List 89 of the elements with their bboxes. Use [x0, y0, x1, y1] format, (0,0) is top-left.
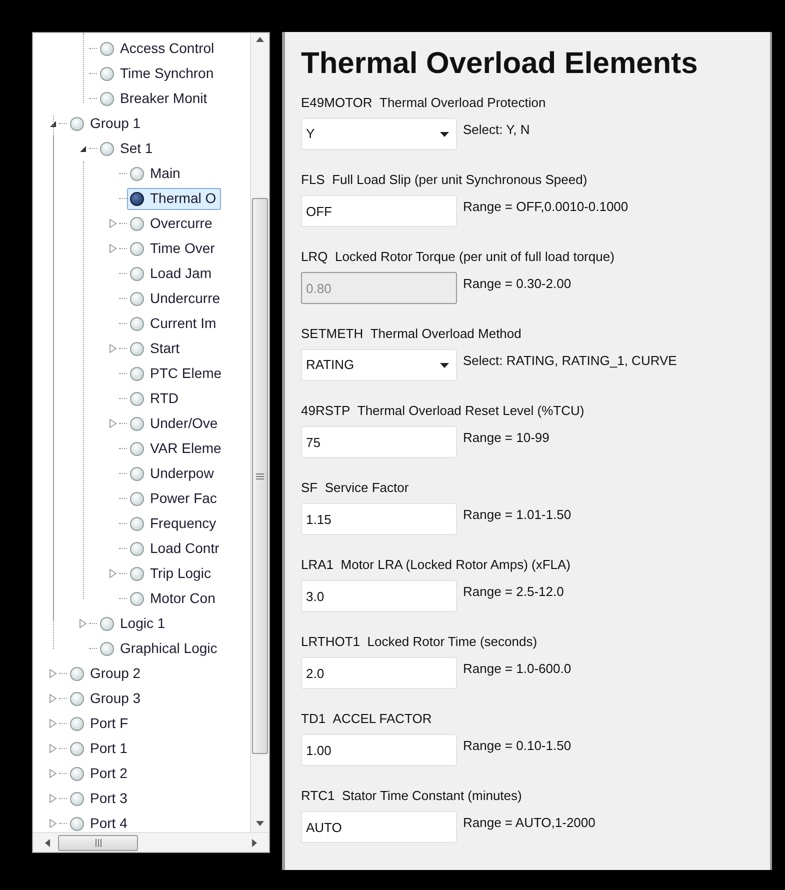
scrollbar-thumb[interactable] — [252, 198, 268, 754]
tree-item[interactable]: Frequency — [127, 512, 222, 534]
tree-item[interactable]: Start — [127, 338, 185, 360]
scrollbar-thumb[interactable] — [58, 834, 138, 850]
input-field[interactable]: 1.00 — [301, 734, 457, 766]
range-hint: Select: RATING, RATING_1, CURVE — [463, 352, 677, 370]
tree-item[interactable]: Group 2 — [67, 662, 146, 684]
tree-item[interactable]: Graphical Logic — [97, 638, 222, 660]
scroll-right-icon[interactable] — [252, 838, 257, 846]
range-hint: Range = 0.10-1.50 — [463, 737, 572, 755]
range-hint: Range = 1.0-600.0 — [463, 660, 572, 678]
expand-icon[interactable] — [49, 794, 57, 803]
input-field[interactable]: 3.0 — [301, 580, 457, 612]
tree-item[interactable]: Set 1 — [97, 138, 158, 160]
expand-icon[interactable] — [109, 219, 117, 228]
vertical-scrollbar[interactable] — [250, 33, 269, 832]
range-hint: Range = OFF,0.0010-0.1000 — [463, 198, 628, 216]
expand-icon[interactable] — [49, 719, 57, 728]
dropdown-arrow-icon — [440, 132, 449, 136]
field-label: SF Service Factor — [301, 479, 410, 497]
range-hint: Range = 1.01-1.50 — [463, 506, 572, 524]
field-label: RTC1 Stator Time Constant (minutes) — [301, 787, 523, 805]
collapse-icon[interactable] — [79, 144, 87, 152]
field-label: 49RSTP Thermal Overload Reset Level (%TCU) — [301, 402, 586, 420]
tree-item[interactable]: Overcurre — [127, 212, 218, 234]
input-field[interactable]: OFF — [301, 195, 457, 227]
tree-item[interactable]: Main — [127, 162, 186, 184]
scroll-down-icon[interactable] — [256, 821, 264, 826]
tree-item[interactable]: Thermal O — [127, 188, 222, 210]
expand-icon[interactable] — [109, 419, 117, 428]
dropdown-field[interactable]: RATING — [301, 349, 457, 381]
input-field[interactable]: 75 — [301, 426, 457, 458]
expand-icon[interactable] — [49, 769, 57, 778]
tree-item[interactable]: Current Im — [127, 312, 222, 334]
field-label: TD1 ACCEL FACTOR — [301, 710, 433, 728]
expand-icon[interactable] — [49, 669, 57, 678]
tree-item[interactable]: Under/Ove — [127, 412, 223, 434]
tree-item[interactable]: Time Synchron — [97, 62, 219, 84]
scroll-up-icon[interactable] — [256, 37, 264, 42]
scroll-left-icon[interactable] — [45, 838, 50, 846]
input-field[interactable]: AUTO — [301, 811, 457, 843]
tree-item[interactable]: Group 3 — [67, 688, 146, 710]
input-field[interactable]: 1.15 — [301, 503, 457, 535]
tree-item[interactable]: Load Jam — [127, 262, 216, 284]
page-title: Thermal Overload Elements — [301, 46, 699, 82]
tree-item[interactable]: Port 4 — [67, 812, 132, 832]
tree-item[interactable]: Port 1 — [67, 738, 132, 760]
tree-item[interactable]: Port F — [67, 712, 134, 734]
tree-item[interactable]: Group 1 — [67, 112, 146, 134]
input-field[interactable]: 2.0 — [301, 657, 457, 689]
field-label: FLS Full Load Slip (per unit Synchronous Speed) — [301, 171, 588, 189]
tree-item[interactable]: VAR Eleme — [127, 438, 226, 460]
field-label: E49MOTOR Thermal Overload Protection — [301, 94, 547, 112]
tree-item[interactable]: Access Control — [97, 38, 220, 60]
collapse-icon[interactable] — [49, 120, 57, 128]
dropdown-field[interactable]: Y — [301, 118, 457, 150]
field-label: LRTHOT1 Locked Rotor Time (seconds) — [301, 633, 538, 651]
expand-icon[interactable] — [79, 619, 87, 628]
tree-item[interactable]: Motor Con — [127, 588, 220, 610]
expand-icon[interactable] — [109, 244, 117, 253]
tree-item[interactable]: Port 3 — [67, 788, 132, 810]
expand-icon[interactable] — [49, 819, 57, 828]
tree-item[interactable]: Undercurre — [127, 288, 226, 310]
dropdown-arrow-icon — [440, 362, 449, 368]
tree-item[interactable]: Power Fac — [127, 488, 222, 510]
tree-item[interactable]: Port 2 — [67, 762, 132, 784]
field-label: LRA1 Motor LRA (Locked Rotor Amps) (xFLA) — [301, 556, 572, 574]
range-hint: Select: Y, N — [463, 121, 530, 139]
tree-item[interactable]: Breaker Monit — [97, 88, 212, 110]
tree-item[interactable]: Load Contr — [127, 538, 224, 560]
range-hint: Range = 10-99 — [463, 429, 550, 447]
expand-icon[interactable] — [49, 744, 57, 753]
expand-icon[interactable] — [49, 694, 57, 703]
range-hint: Range = 2.5-12.0 — [463, 583, 564, 601]
grip-icon — [94, 838, 102, 846]
tree-item[interactable]: Underpow — [127, 462, 219, 484]
range-hint: Range = 0.30-2.00 — [463, 275, 572, 293]
tree-item[interactable]: Trip Logic — [127, 562, 216, 584]
field-label: SETMETH Thermal Overload Method — [301, 325, 522, 343]
horizontal-scrollbar[interactable] — [33, 832, 269, 852]
expand-icon[interactable] — [109, 344, 117, 353]
tree-item[interactable]: PTC Eleme — [127, 362, 227, 384]
tree-item[interactable]: RTD — [127, 388, 184, 410]
field-label: LRQ Locked Rotor Torque (per unit of full load torque) — [301, 248, 616, 266]
grip-icon — [256, 472, 264, 480]
tree-item[interactable]: Time Over — [127, 238, 220, 260]
tree-item[interactable]: Logic 1 — [97, 612, 170, 634]
expand-icon[interactable] — [109, 569, 117, 578]
range-hint: Range = AUTO,1-2000 — [463, 814, 596, 832]
